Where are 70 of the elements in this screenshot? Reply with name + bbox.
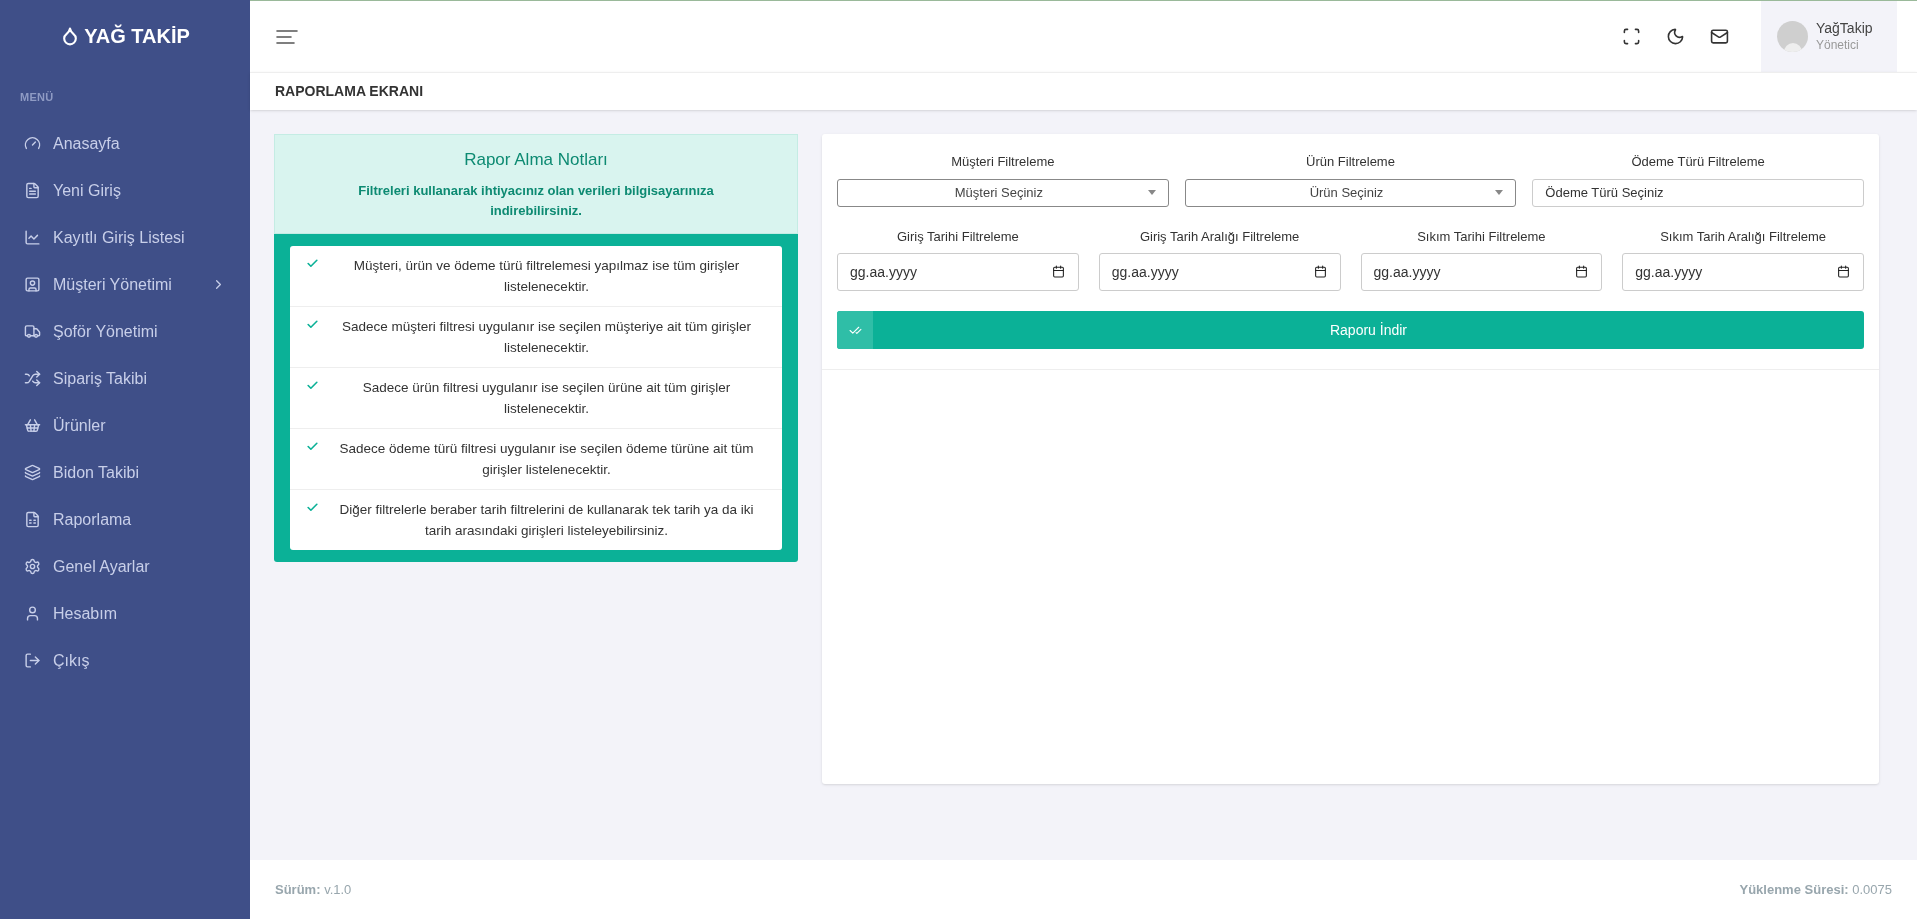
sidebar-item[interactable]: Yeni Giriş [0,167,250,214]
sidebar-item[interactable]: Anasayfa [0,120,250,167]
version-text: Sürüm: v.1.0 [275,880,352,899]
stack-icon [24,464,41,481]
user-menu[interactable]: YağTakip Yönetici [1761,1,1897,72]
filter-label: Giriş Tarihi Filtreleme [896,227,1019,246]
check-icon [306,317,319,331]
note-text: Sadece ödeme türü filtresi uygulanır ise seçilen ödeme türüne ait tüm girişler listelenecektir. [338,439,755,479]
sidebar-item[interactable]: Çıkış [0,637,250,684]
note-text: Müşteri, ürün ve ödeme türü filtrelemesi yapılmaz ise tüm girişler listelenecektir. [352,256,741,296]
menu-icon [276,28,298,45]
user-role: Yönetici [1816,37,1860,53]
load-time-text: Yüklenme Süresi: 0.0075 [1739,880,1892,899]
sidebar-item[interactable]: Müşteri Yönetimi [0,261,250,308]
select-field[interactable]: Müşteri Seçiniz [837,178,1169,207]
calendar-icon[interactable] [1313,265,1327,278]
brand-logo-text: YAĞ TAKİP [84,23,190,49]
date-field[interactable]: gg.aa.yyyy [1360,253,1603,291]
sidebar-item[interactable]: Sipariş Takibi [0,355,250,402]
check-icon [306,500,319,514]
calendar-icon[interactable] [1051,265,1065,278]
note-text: Diğer filtrelerle beraber tarih filtrelerini de kullanarak tek tarih ya da iki tarih arasındaki girişleri listeleyebilirsiniz. [338,500,755,540]
fullscreen-icon [1621,27,1641,46]
sidebar-item[interactable]: Hesabım [0,590,250,637]
sidebar-item[interactable]: Raporlama [0,496,250,543]
date-field[interactable]: gg.aa.yyyy [1622,253,1864,291]
sidebar-item[interactable]: Genel Ayarlar [0,543,250,590]
moon-icon [1665,27,1685,46]
menu-toggle-button[interactable] [276,28,298,45]
contact-card-icon [24,276,41,293]
filter-label: Sıkım Tarih Aralığı Filtreleme [1660,227,1827,246]
menu-heading: MENÜ [20,91,54,103]
user-name: YağTakip [1816,20,1873,38]
shuffle-icon [24,370,41,387]
truck-icon [24,323,41,340]
note-text: Sadece ürün filtresi uygulanır ise seçilen ürüne ait tüm girişler listelenecektir. [361,378,732,418]
note-text: Sadece müşteri filtresi uygulanır ise seçilen müşteriye ait tüm girişler listelenecektir. [341,317,752,357]
calendar-icon[interactable] [1837,265,1850,278]
mail-icon [1709,27,1729,46]
check-icon [306,378,319,392]
check-icon [306,256,319,270]
notes-subtitle: Filtreleri kullanarak ihtiyacınız olan verileri bilgisayarınıza indirebilirsiniz. [357,181,715,220]
caret-icon [1495,190,1504,195]
notes-title: Rapor Alma Notları [464,149,608,171]
gauge-icon [24,135,41,152]
caret-icon [1147,190,1156,195]
date-field[interactable]: gg.aa.yyyy [837,253,1079,291]
filter-label: Giriş Tarih Aralığı Filtreleme [1139,227,1300,246]
sidebar-item[interactable]: Bidon Takibi [0,449,250,496]
sidebar-item[interactable]: Kayıtlı Giriş Listesi [0,214,250,261]
filter-label: Ürün Filtreleme [1306,153,1395,171]
filter-label: Sıkım Tarihi Filtreleme [1417,227,1546,246]
sidebar-item[interactable]: Şoför Yönetimi [0,308,250,355]
download-report-button[interactable]: Raporu İndir [837,311,1864,349]
settings-icon [24,558,41,575]
spreadsheet-icon [24,511,41,528]
sidebar-item[interactable]: Ürünler [0,402,250,449]
line-chart-icon [24,229,41,246]
page-title: RAPORLAMA EKRANI [275,82,424,101]
user-icon [24,605,41,622]
date-field[interactable]: gg.aa.yyyy [1098,253,1341,291]
check-icon [306,439,319,453]
calendar-icon[interactable] [1575,265,1589,278]
filter-label: Ödeme Türü Filtreleme [1631,153,1765,171]
basket-icon [24,417,41,434]
select-field[interactable]: Ürün Seçiniz [1184,178,1517,207]
document-icon [24,182,41,199]
filter-label: Müşteri Filtreleme [951,153,1055,171]
logout-icon [24,652,41,669]
input-field[interactable]: Ödeme Türü Seçiniz [1532,178,1864,207]
